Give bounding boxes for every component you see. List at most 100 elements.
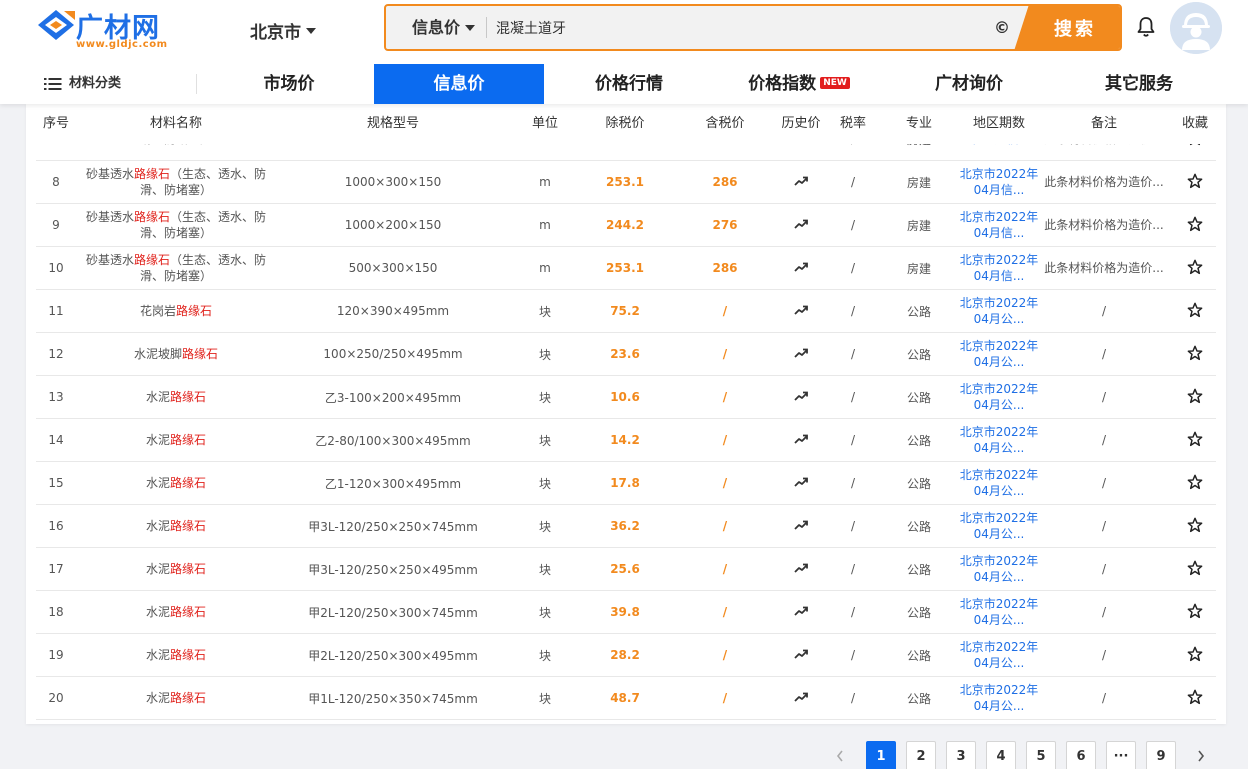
cell-text-spec: 乙2-80/100×300×495mm [315, 433, 471, 448]
trend-icon[interactable] [794, 476, 808, 490]
trend-icon[interactable] [794, 605, 808, 619]
trend-icon[interactable] [794, 433, 808, 447]
region-period-link[interactable]: 北京市2022年04月公... [959, 682, 1039, 714]
cell-fav [1175, 290, 1215, 332]
region-period-link[interactable]: 北京市2022年04月公... [959, 295, 1039, 327]
region-period-link[interactable]: 北京市2022年04月公... [959, 381, 1039, 413]
material-name[interactable]: 砂基透水路缘石（生态、透水、防滑、防堵塞） [76, 252, 276, 284]
region-period-link[interactable]: 北京市2022年04月公... [959, 467, 1039, 499]
trend-icon[interactable] [794, 562, 808, 576]
trend-icon[interactable] [794, 261, 808, 275]
search-input[interactable] [496, 6, 976, 49]
region-period-link[interactable]: 北京市2022年04月公... [959, 510, 1039, 542]
region-period-link[interactable]: 北京市2022年04月信... [959, 252, 1039, 284]
trend-icon[interactable] [794, 304, 808, 318]
column-header: 税率 [839, 116, 866, 131]
star-icon[interactable] [1187, 603, 1203, 622]
star-icon[interactable] [1187, 302, 1203, 321]
trend-icon[interactable] [794, 175, 808, 189]
material-name[interactable]: 水泥路缘石 [146, 432, 206, 448]
city-selector[interactable]: 北京市 [250, 18, 316, 43]
nav-price-trend[interactable]: 价格行情 [544, 64, 714, 104]
region-period-link[interactable]: 北京市2022年04月公... [959, 639, 1039, 671]
material-name[interactable]: 砂基透水路缘石（生态、透水、防滑、防堵塞） [76, 209, 276, 241]
page-button[interactable]: 6 [1066, 741, 1096, 769]
logo[interactable]: 广材网 www.gldjc.com [36, 7, 186, 55]
cell-unit: 块 [520, 548, 570, 590]
trend-icon[interactable] [794, 390, 808, 404]
cell-text-unit: 块 [538, 691, 551, 706]
cell-text-spec: 甲1L-120/250×350×745mm [308, 691, 478, 706]
star-icon[interactable] [1187, 259, 1203, 278]
bell-icon[interactable] [1136, 16, 1156, 38]
cell-text-spec: 甲2L-120/250×300×745mm [308, 605, 478, 620]
cell-price_inc: / [680, 548, 770, 590]
material-name[interactable]: 水泥路缘石 [146, 389, 206, 405]
star-icon[interactable] [1187, 173, 1203, 192]
trend-icon[interactable] [794, 691, 808, 705]
next-page-icon[interactable] [1191, 741, 1211, 769]
region-period-link[interactable]: 北京市2022年04月公... [959, 596, 1039, 628]
nav-price-index[interactable]: 价格指数 NEW [714, 64, 884, 104]
table-row: 13 水泥路缘石 乙3-100×200×495mm 块 10.6 / / 公路 北京市2022年… [36, 376, 1216, 419]
material-name-text: 砂基透水 [85, 253, 134, 267]
search-divider [486, 17, 487, 38]
avatar[interactable] [1170, 2, 1222, 54]
nav-info-price[interactable]: 信息价 [374, 64, 544, 104]
cell-no: 13 [36, 376, 76, 418]
star-icon[interactable] [1187, 560, 1203, 579]
page-button[interactable]: 2 [906, 741, 936, 769]
cell-specialty: 房建 [889, 247, 949, 289]
cell-remark: / [1034, 333, 1174, 375]
cell-text-no: 13 [48, 390, 64, 404]
page-button[interactable]: 3 [946, 741, 976, 769]
material-name[interactable]: 水泥路缘石 [146, 518, 206, 534]
prev-page-icon[interactable] [830, 741, 850, 769]
search-button[interactable]: 搜索 [1014, 6, 1120, 49]
page-button[interactable]: 9 [1146, 741, 1176, 769]
material-name[interactable]: 水泥路缘石 [146, 647, 206, 663]
star-icon[interactable] [1187, 474, 1203, 493]
cell-region: 北京市2022年04月公... [959, 290, 1039, 332]
cell-unit: m [520, 247, 570, 289]
page-button[interactable]: ··· [1106, 741, 1136, 769]
material-name[interactable]: 水泥路缘石 [146, 690, 206, 706]
material-name[interactable]: 水泥路缘石 [146, 561, 206, 577]
trend-icon[interactable] [794, 347, 808, 361]
star-icon[interactable] [1187, 431, 1203, 450]
material-name[interactable]: 水泥路缘石 [146, 604, 206, 620]
region-period-link[interactable]: 北京市2022年04月公... [959, 553, 1039, 585]
star-icon[interactable] [1187, 216, 1203, 235]
clear-icon[interactable]: © [994, 18, 1010, 37]
page-button[interactable]: 1 [866, 741, 896, 769]
nav-market-price[interactable]: 市场价 [204, 64, 374, 104]
cell-text-spec: 1000×200×150 [344, 218, 442, 232]
trend-icon[interactable] [794, 218, 808, 232]
star-icon[interactable] [1187, 689, 1203, 708]
region-period-link[interactable]: 北京市2022年04月公... [959, 338, 1039, 370]
region-period-link[interactable]: 北京市2022年04月信... [959, 209, 1039, 241]
trend-icon[interactable] [794, 648, 808, 662]
page-button[interactable]: 5 [1026, 741, 1056, 769]
material-name[interactable]: 水泥坡脚路缘石 [134, 346, 218, 362]
nav-other-services[interactable]: 其它服务 [1054, 64, 1224, 104]
region-period-link[interactable]: 北京市2022年04月信... [959, 166, 1039, 198]
cell-name: 水泥路缘石 [76, 505, 276, 547]
nav-inquiry[interactable]: 广材询价 [884, 64, 1054, 104]
nav-material-category[interactable]: 材料分类 [44, 64, 121, 104]
search-type-dropdown[interactable]: 信息价 [412, 6, 476, 49]
cell-text-specialty: 公路 [906, 347, 931, 362]
star-icon[interactable] [1187, 646, 1203, 665]
region-period-link[interactable]: 北京市2022年04月公... [959, 424, 1039, 456]
star-icon[interactable] [1187, 388, 1203, 407]
page-button[interactable]: 4 [986, 741, 1016, 769]
star-icon[interactable] [1187, 517, 1203, 536]
trend-icon[interactable] [794, 519, 808, 533]
material-name-text: 水泥坡脚 [133, 347, 182, 361]
star-icon[interactable] [1187, 345, 1203, 364]
cell-name: 水泥路缘石 [76, 634, 276, 676]
price-inc-tax: / [722, 648, 728, 662]
material-name[interactable]: 砂基透水路缘石（生态、透水、防滑、防堵塞） [76, 166, 276, 198]
material-name[interactable]: 花岗岩路缘石 [140, 303, 212, 319]
material-name[interactable]: 水泥路缘石 [146, 475, 206, 491]
